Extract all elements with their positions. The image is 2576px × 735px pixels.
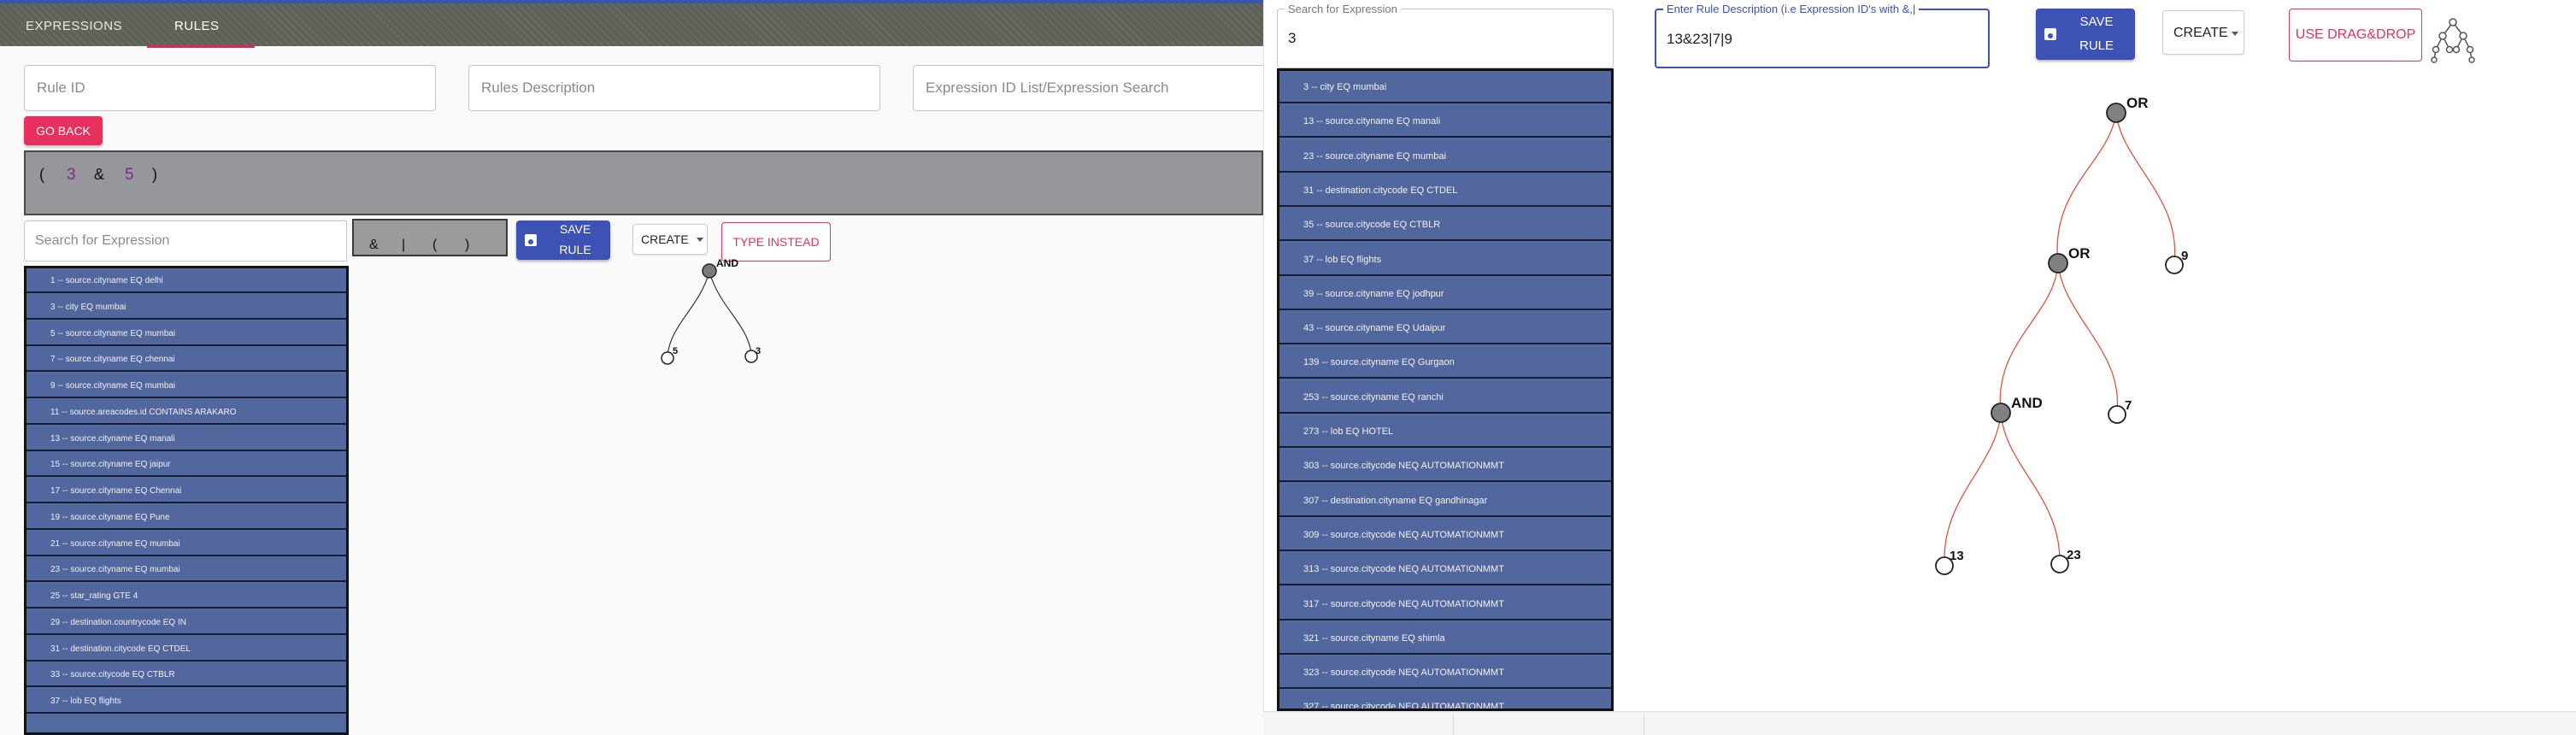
rules-page-right: Search for Expression 3 Enter Rule Descr… xyxy=(1263,0,2576,735)
tree-leaf[interactable] xyxy=(2050,555,2069,573)
tree-edge xyxy=(709,271,752,354)
divider xyxy=(1453,712,1454,735)
tree-leaf[interactable] xyxy=(661,351,674,365)
rule-tree-diagram: AND 5 3 xyxy=(661,257,761,365)
tree-edge xyxy=(1999,262,2059,414)
tree-node-label: OR xyxy=(2126,95,2149,111)
tree-leaf-label: 5 xyxy=(673,346,678,356)
tree-leaf[interactable] xyxy=(2165,256,2184,274)
tree-leaf-label: 3 xyxy=(756,346,761,356)
tree-node-label: AND xyxy=(716,257,738,269)
tree-edge xyxy=(2056,112,2117,264)
rule-tree-diagram: OR OR 9 AND 7 13 23 xyxy=(1935,95,2188,575)
tree-edge xyxy=(667,271,710,356)
tree-edge xyxy=(2057,262,2119,412)
tree-leaf-label: 13 xyxy=(1950,549,1964,563)
tree-edge xyxy=(2000,412,2061,562)
tree-node-or[interactable] xyxy=(2048,253,2068,273)
tree-edge xyxy=(2115,112,2176,262)
tree-node-and[interactable] xyxy=(702,263,717,279)
tree-node-label: AND xyxy=(2011,395,2043,411)
panel-divider xyxy=(1263,0,1264,735)
tree-node-or[interactable] xyxy=(2106,103,2126,123)
tree-edge xyxy=(1944,412,2002,563)
tree-leaf[interactable] xyxy=(2108,405,2126,424)
tree-leaf-label: 7 xyxy=(2125,398,2132,413)
tree-node-label: OR xyxy=(2068,245,2091,262)
tree-node-and[interactable] xyxy=(1991,403,2011,423)
bottom-strip xyxy=(1263,711,2576,735)
tree-leaf-label: 9 xyxy=(2181,249,2188,263)
rules-page-left: EXPRESSIONS RULES Rule ID Rules Descript… xyxy=(0,0,1263,735)
tree-leaf-label: 23 xyxy=(2067,548,2081,562)
app-root: EXPRESSIONS RULES Rule ID Rules Descript… xyxy=(0,0,2576,735)
